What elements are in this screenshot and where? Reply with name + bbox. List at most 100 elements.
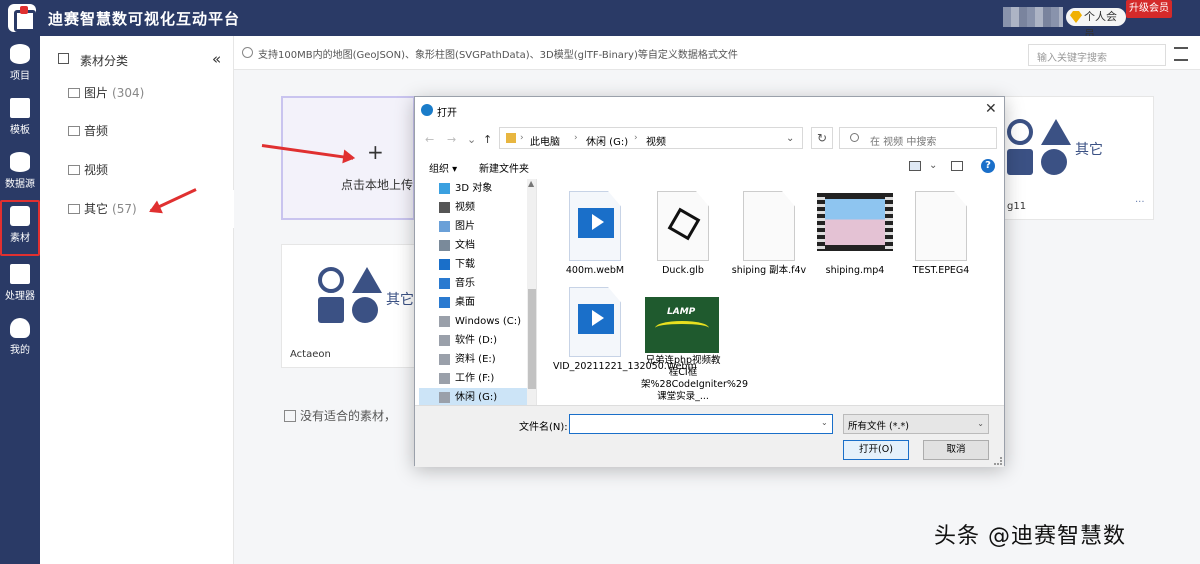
back-arrow-icon[interactable]: ←	[425, 133, 434, 146]
view-dropdown[interactable]: ⌄	[929, 160, 937, 171]
tree-label: 图片	[455, 221, 475, 232]
dialog-titlebar: 打开 ✕	[415, 97, 1004, 123]
close-icon[interactable]: ✕	[985, 101, 997, 117]
nav-item-template[interactable]: 模板	[0, 92, 40, 144]
file-item[interactable]: VID_20211221_132050.Webm	[553, 279, 697, 403]
left-nav: 项目 模板 数据源 素材 处理器 我的	[0, 36, 40, 564]
no-fit-text: 没有适合的素材，	[300, 409, 397, 423]
nav-item-mine[interactable]: 我的	[0, 312, 40, 364]
notice-bar: 支持100MB内的地图(GeoJSON)、象形柱图(SVGPathData)、3…	[234, 36, 1200, 70]
card-name: g11	[1007, 201, 1027, 212]
tree-item-selected[interactable]: 休闲 (G:)	[419, 388, 527, 405]
nav-item-project[interactable]: 项目	[0, 38, 40, 90]
avatar[interactable]	[1003, 7, 1063, 27]
category-count: (57)	[112, 202, 137, 216]
forward-arrow-icon[interactable]: →	[447, 133, 456, 146]
scrollbar-thumb[interactable]	[528, 289, 536, 389]
search-icon	[850, 133, 859, 142]
material-card[interactable]: 其它 Actaeon	[281, 244, 415, 368]
dialog-title: 打开	[437, 108, 457, 119]
video-file-icon	[569, 287, 621, 357]
file-item[interactable]: TEST.EPEG4	[899, 183, 983, 293]
user-icon	[10, 318, 30, 338]
material-icon	[10, 206, 30, 226]
breadcrumb-item[interactable]: 此电脑	[530, 133, 560, 148]
filename-input[interactable]	[569, 414, 833, 434]
file-item[interactable]: shiping 副本.f4v	[727, 183, 811, 293]
search-input[interactable]: 输入关键字搜索	[1028, 44, 1166, 66]
up-arrow-icon[interactable]: ↑	[483, 133, 492, 146]
breadcrumb-item[interactable]: 视频	[646, 133, 666, 148]
nav-item-datasource[interactable]: 数据源	[0, 146, 40, 198]
music-icon	[439, 278, 450, 289]
file-type-value: 所有文件 (*.*)	[848, 421, 909, 432]
tree-scrollbar[interactable]: ▲	[527, 179, 536, 405]
breadcrumb-separator: ›	[520, 133, 524, 143]
tree-item[interactable]: 下载	[419, 255, 527, 274]
tree-item[interactable]: Windows (C:)	[419, 312, 527, 331]
scroll-up-icon[interactable]: ▲	[528, 179, 534, 188]
category-icon	[58, 53, 69, 64]
nav-item-processor[interactable]: 处理器	[0, 258, 40, 310]
folder-search-input[interactable]: 在 视频 中搜索	[839, 127, 997, 149]
nav-item-material[interactable]: 素材	[0, 200, 40, 256]
download-icon	[439, 259, 450, 270]
tree-item[interactable]: 音乐	[419, 274, 527, 293]
template-icon	[10, 98, 30, 118]
material-card[interactable]: 其它 g11 ···	[990, 96, 1154, 220]
view-mode-icon[interactable]	[909, 161, 921, 171]
tree-label: Windows (C:)	[455, 316, 521, 327]
tree-item[interactable]: 3D 对象	[419, 179, 527, 198]
member-badge[interactable]: 个人会员	[1066, 8, 1126, 41]
help-icon[interactable]: ?	[981, 159, 995, 173]
cancel-button[interactable]: 取消	[923, 440, 989, 460]
sort-icon[interactable]	[1174, 47, 1188, 61]
tree-item[interactable]: 视频	[419, 198, 527, 217]
file-type-select[interactable]: 所有文件 (*.*) ⌄	[843, 414, 989, 434]
file-item[interactable]: shiping.mp4	[813, 183, 897, 293]
tree-item[interactable]: 工作 (F:)	[419, 369, 527, 388]
category-item-image[interactable]: 图片 (304)	[40, 74, 234, 112]
resize-grip[interactable]	[994, 457, 1002, 465]
filename-label: 文件名(N):	[519, 422, 568, 433]
cube-icon	[667, 207, 701, 241]
no-fit-hint: 没有适合的素材，	[284, 407, 396, 424]
tree-item[interactable]: 软件 (D:)	[419, 331, 527, 350]
file-item[interactable]: Duck.glb	[641, 183, 725, 293]
category-label: 图片	[84, 86, 109, 100]
file-name: 400m.webM	[565, 265, 625, 276]
new-folder-button[interactable]: 新建文件夹	[479, 160, 529, 175]
category-item-audio[interactable]: 音频	[40, 112, 234, 150]
tree-item[interactable]: 桌面	[419, 293, 527, 312]
tree-item[interactable]: 资料 (E:)	[419, 350, 527, 369]
address-bar[interactable]: › 此电脑 › 休闲 (G:) › 视频 ⌄	[499, 127, 803, 149]
category-item-video[interactable]: 视频	[40, 151, 234, 189]
organize-button[interactable]: 组织 ▾	[429, 160, 457, 175]
breadcrumb-item[interactable]: 休闲 (G:)	[586, 133, 628, 148]
drive-icon	[439, 354, 450, 365]
tree-item[interactable]: 文档	[419, 236, 527, 255]
collapse-button[interactable]: «	[212, 50, 221, 68]
chevron-down-icon[interactable]: ⌄	[786, 133, 794, 144]
lamp-logo-text: LAMP	[667, 307, 696, 317]
folder-icon	[506, 133, 516, 143]
upgrade-button[interactable]: 升级会员	[1126, 0, 1172, 18]
file-item[interactable]: 400m.webM	[553, 183, 637, 293]
category-panel: 素材分类 « 图片 (304) 音频 视频 其它 (57)	[40, 36, 234, 564]
open-button[interactable]: 打开(O)	[843, 440, 909, 460]
tree-label: 3D 对象	[455, 183, 493, 194]
video-folder-icon	[439, 202, 450, 213]
open-file-dialog: 打开 ✕ ← → ⌄ ↑ › 此电脑 › 休闲 (G:) › 视频 ⌄ ↻ 在 …	[414, 96, 1005, 467]
app-logo[interactable]	[8, 4, 36, 32]
glb-file-icon	[657, 191, 709, 261]
preview-pane-icon[interactable]	[951, 161, 963, 171]
more-button[interactable]: ···	[1135, 197, 1145, 208]
file-item[interactable]: LAMP 兄弟连php视频教程CI框架%28CodeIgniter%29课堂实录…	[641, 289, 748, 405]
chevron-down-icon[interactable]: ⌄	[467, 133, 476, 146]
nav-label: 我的	[10, 345, 30, 356]
file-name: VID_20211221_132050.Webm	[553, 361, 697, 372]
category-item-other[interactable]: 其它 (57)	[40, 190, 234, 228]
plus-icon: +	[367, 140, 384, 164]
tree-item[interactable]: 图片	[419, 217, 527, 236]
refresh-icon[interactable]: ↻	[811, 127, 833, 149]
